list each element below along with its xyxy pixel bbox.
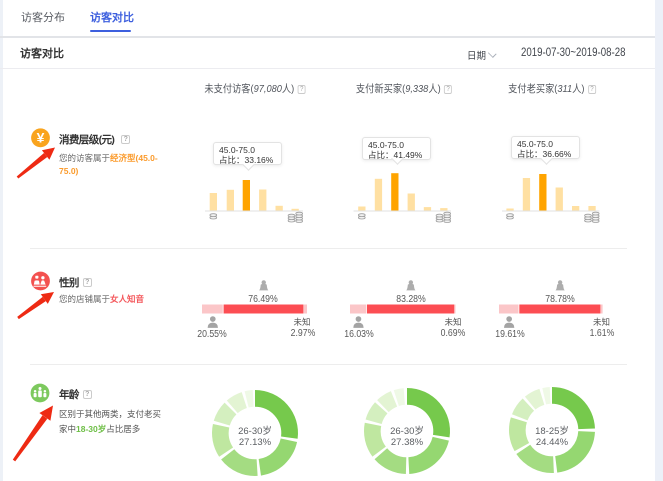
svg-text:¥: ¥: [37, 130, 45, 146]
